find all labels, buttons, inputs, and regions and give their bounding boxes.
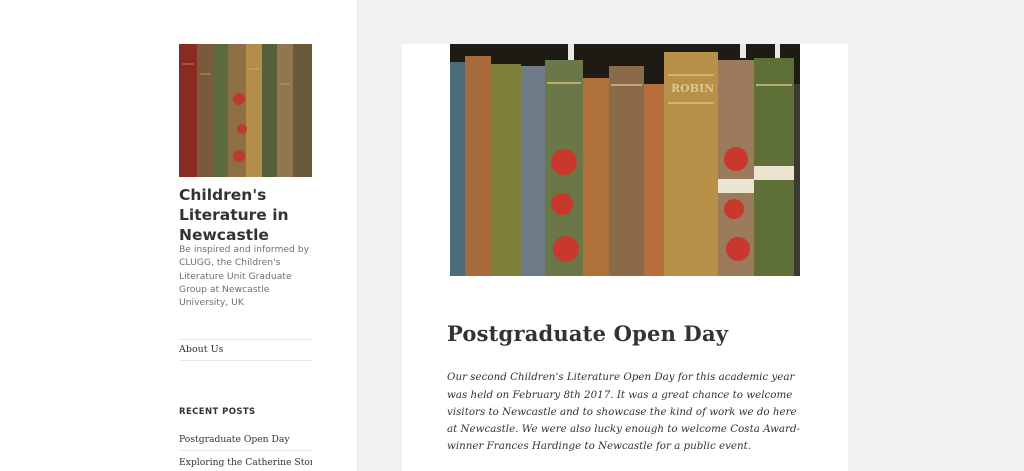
site-title[interactable]: Children's Literature in Newcastle [179,185,329,245]
page: Children's Literature in Newcastle Be in… [0,0,1024,471]
site-logo-image[interactable] [179,44,312,177]
spine-text-robin: ROBIN [671,82,714,95]
recent-post-link[interactable]: Postgraduate Open Day [179,428,312,451]
menu-item-about-us[interactable]: About Us [179,339,312,361]
recent-post-link[interactable]: Exploring the Catherine Storr [179,451,312,471]
recent-posts-list: Postgraduate Open Day Exploring the Cath… [179,428,312,471]
menu-item-label[interactable]: About Us [179,344,224,355]
sidebar: Children's Literature in Newcastle Be in… [0,0,358,471]
post-excerpt: Our second Children's Literature Open Da… [447,371,801,453]
site-description: Be inspired and informed by CLUGG, the C… [179,244,310,309]
featured-image[interactable]: ROBIN [450,44,800,276]
recent-posts-heading: RECENT POSTS [179,407,256,417]
post-title[interactable]: Postgraduate Open Day [447,321,728,346]
post-article: ROBIN Postgraduate Open Day Our second C… [402,44,848,471]
